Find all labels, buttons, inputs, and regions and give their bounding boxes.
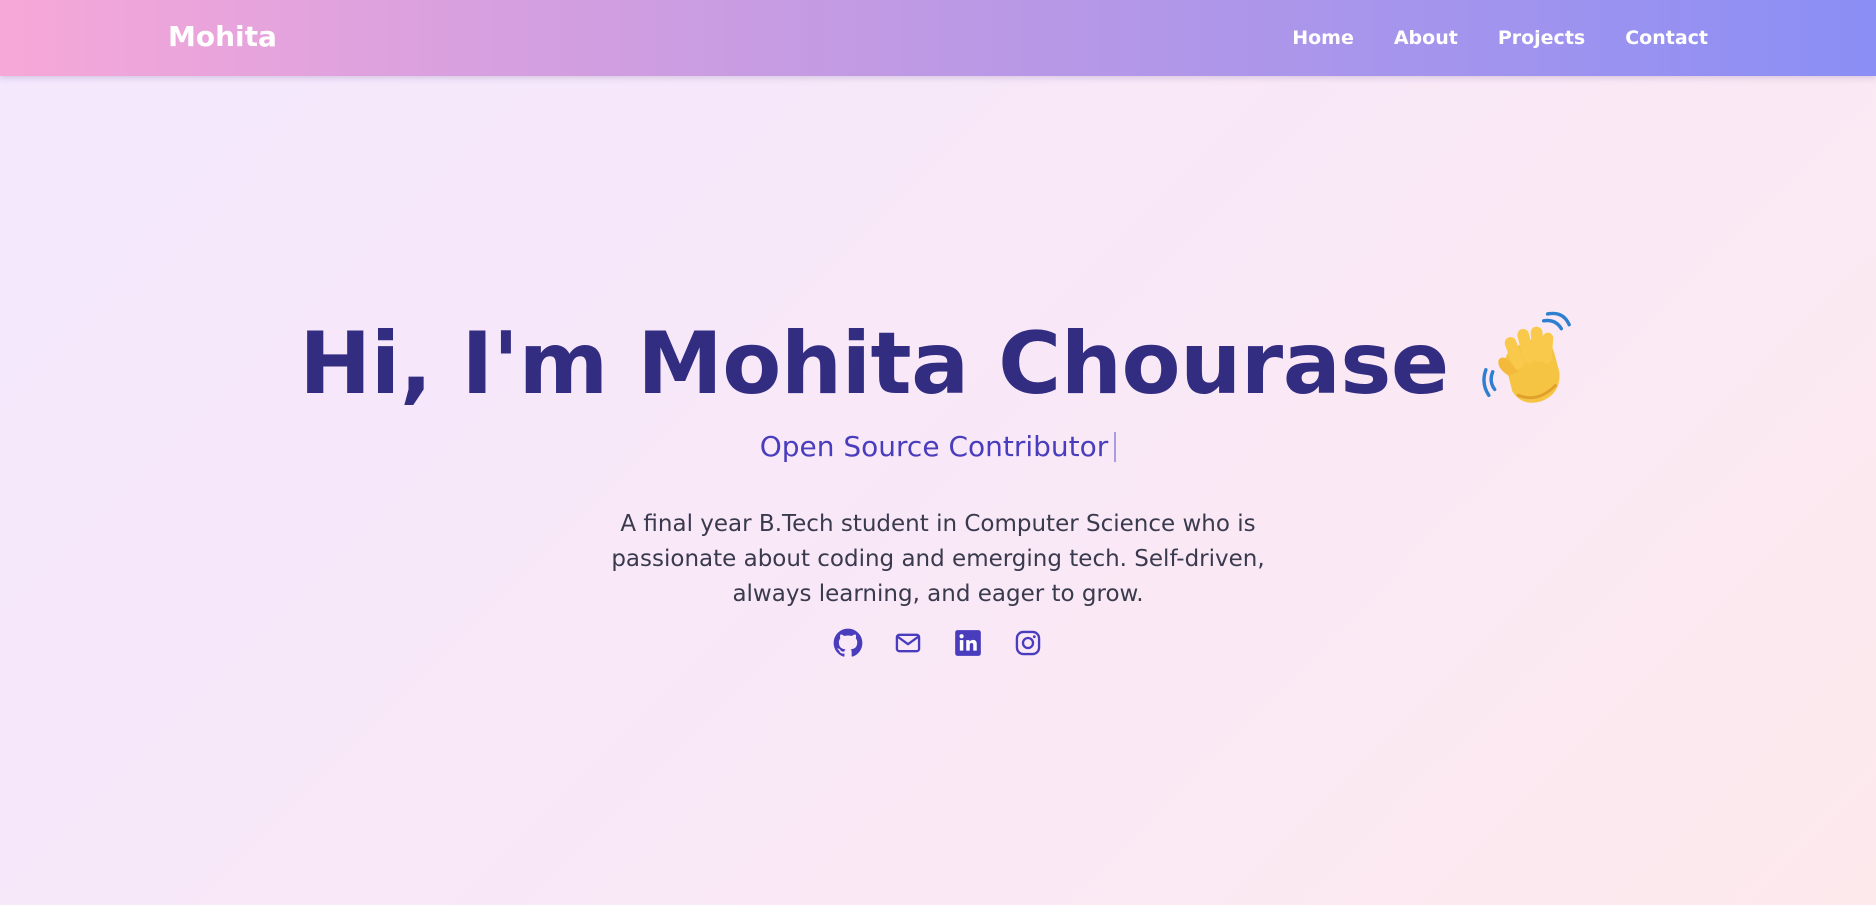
hero-bio: A final year B.Tech student in Computer … (611, 511, 1265, 607)
instagram-icon (1014, 629, 1042, 657)
linkedin-link[interactable] (953, 628, 983, 658)
role-typing-text: Open Source Contributor (759, 430, 1109, 463)
nav-link-about[interactable]: About (1394, 27, 1458, 49)
github-link[interactable] (833, 628, 863, 658)
social-links (0, 628, 1876, 658)
linkedin-icon (954, 629, 982, 657)
nav-link-contact[interactable]: Contact (1625, 27, 1708, 49)
typing-cursor (1114, 432, 1117, 462)
role-row: Open Source Contributor (0, 426, 1876, 468)
nav-link-projects[interactable]: Projects (1498, 27, 1585, 49)
nav-links: Home About Projects Contact (1292, 0, 1708, 76)
hero-title-row: Hi, I'm Mohita Chourase (0, 311, 1876, 416)
hero-section: Hi, I'm Mohita Chourase Open Source Cont… (0, 76, 1876, 905)
brand-logo[interactable]: Mohita (168, 18, 277, 56)
mail-icon (894, 629, 922, 657)
nav-link-home[interactable]: Home (1292, 27, 1354, 49)
instagram-link[interactable] (1013, 628, 1043, 658)
hero-title: Hi, I'm Mohita Chourase (299, 314, 1449, 414)
email-link[interactable] (893, 628, 923, 658)
waving-hand-icon (1479, 311, 1577, 409)
github-icon (833, 628, 863, 658)
navbar: Mohita Home About Projects Contact (0, 0, 1876, 76)
